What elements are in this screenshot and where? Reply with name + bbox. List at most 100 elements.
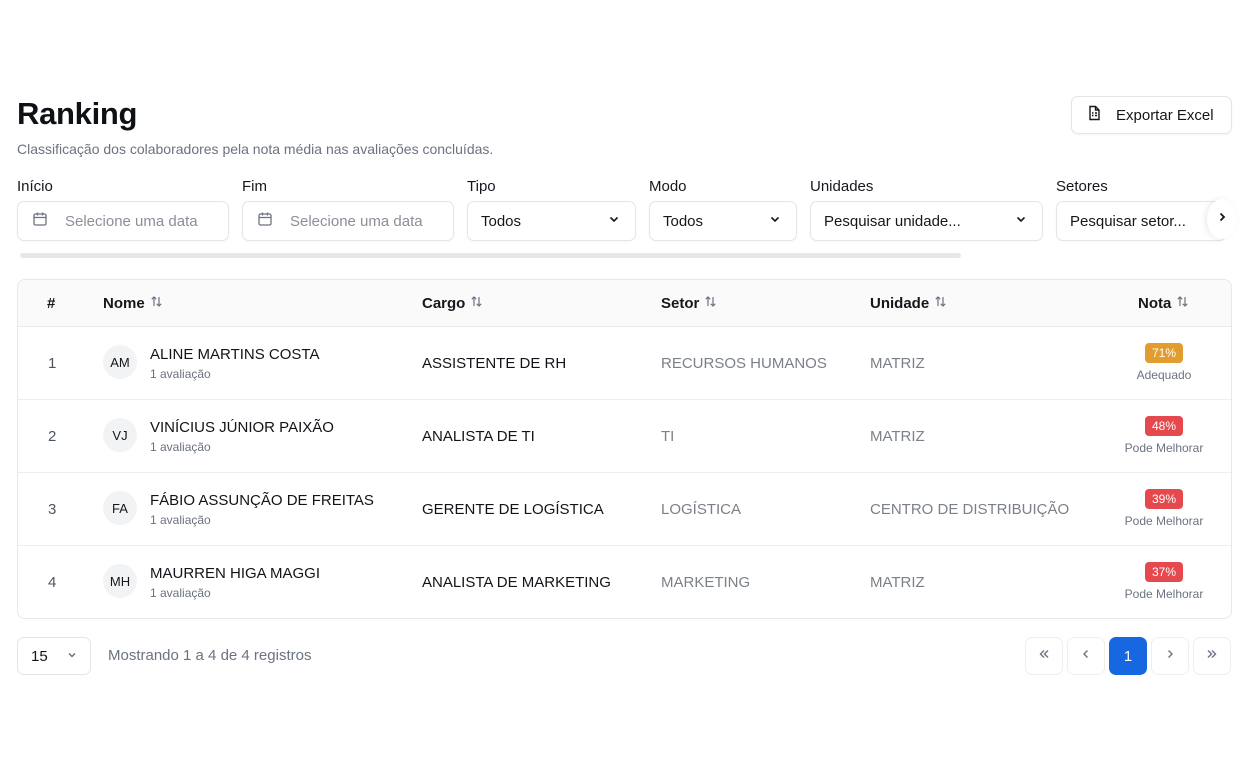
filter-inicio-datepicker[interactable]: Selecione uma data	[17, 201, 229, 241]
employee-cargo: ANALISTA DE MARKETING	[422, 574, 611, 591]
chevron-down-icon	[48, 648, 78, 665]
evaluation-count: 1 avaliação	[150, 440, 211, 454]
chevron-down-icon	[1014, 212, 1042, 230]
table-row[interactable]: 4 MH MAURREN HIGA MAGGI 1 avaliação ANAL…	[18, 546, 1231, 618]
page-size-select[interactable]: 15	[17, 637, 91, 675]
employee-unidade: CENTRO DE DISTRIBUIÇÃO	[870, 501, 1070, 518]
employee-unidade: MATRIZ	[870, 355, 925, 372]
filter-fim-label: Fim	[242, 178, 267, 195]
column-header-num: #	[47, 295, 55, 312]
filter-fim-datepicker[interactable]: Selecione uma data	[242, 201, 454, 241]
score-cell: 39% Pode Melhorar	[1106, 489, 1222, 528]
score-cell: 48% Pode Melhorar	[1106, 416, 1222, 455]
records-summary: Mostrando 1 a 4 de 4 registros	[108, 647, 312, 664]
score-badge: 37%	[1144, 562, 1184, 582]
evaluation-count: 1 avaliação	[150, 367, 211, 381]
avatar: AM	[103, 345, 137, 379]
employee-unidade: MATRIZ	[870, 428, 925, 445]
last-page-button[interactable]	[1193, 637, 1231, 675]
column-header-setor-label: Setor	[661, 295, 700, 312]
employee-name: VINÍCIUS JÚNIOR PAIXÃO	[150, 419, 334, 436]
avatar: VJ	[103, 418, 137, 452]
employee-cargo: ASSISTENTE DE RH	[422, 355, 567, 372]
column-header-cargo-label: Cargo	[422, 295, 466, 312]
chevron-left-icon	[1080, 647, 1092, 665]
calendar-icon	[18, 211, 65, 231]
sort-icon	[1176, 295, 1189, 312]
ranking-table: # Nome Cargo Setor Unidade Nota 1 AM ALI…	[17, 279, 1232, 619]
column-header-nome[interactable]: Nome	[103, 295, 163, 312]
column-header-unidade[interactable]: Unidade	[870, 295, 947, 312]
filter-tipo-select[interactable]: Todos	[467, 201, 636, 241]
score-badge: 39%	[1144, 489, 1184, 509]
sort-icon	[150, 295, 163, 312]
employee-cargo: GERENTE DE LOGÍSTICA	[422, 501, 604, 518]
chevrons-right-icon	[1206, 647, 1218, 665]
column-header-nota[interactable]: Nota	[1138, 295, 1189, 312]
avatar: FA	[103, 491, 137, 525]
calendar-icon	[243, 211, 290, 231]
next-page-button[interactable]	[1151, 637, 1189, 675]
evaluation-count: 1 avaliação	[150, 586, 211, 600]
filters-horizontal-scrollbar[interactable]	[20, 253, 961, 258]
chevron-right-icon	[1164, 647, 1176, 665]
sort-icon	[704, 295, 717, 312]
employee-unidade: MATRIZ	[870, 574, 925, 591]
column-header-unidade-label: Unidade	[870, 295, 930, 312]
score-label: Pode Melhorar	[1124, 587, 1204, 601]
filters-scroll-right-button[interactable]	[1207, 199, 1237, 239]
column-header-cargo[interactable]: Cargo	[422, 295, 483, 312]
table-row[interactable]: 1 AM ALINE MARTINS COSTA 1 avaliação ASS…	[18, 327, 1231, 400]
export-excel-button[interactable]: Exportar Excel	[1071, 96, 1232, 134]
filter-setores-search[interactable]: Pesquisar setor...	[1056, 201, 1226, 241]
filter-inicio-placeholder: Selecione uma data	[65, 212, 198, 230]
chevron-down-icon	[768, 212, 796, 230]
score-cell: 37% Pode Melhorar	[1106, 562, 1222, 601]
page-subtitle: Classificação dos colaboradores pela not…	[17, 141, 494, 157]
score-badge: 71%	[1144, 343, 1184, 363]
filter-modo-label: Modo	[649, 178, 687, 195]
employee-setor: TI	[661, 428, 675, 445]
column-header-setor[interactable]: Setor	[661, 295, 717, 312]
export-excel-label: Exportar Excel	[1116, 106, 1214, 124]
filter-unidades-placeholder: Pesquisar unidade...	[824, 212, 961, 230]
filter-setores-placeholder: Pesquisar setor...	[1070, 212, 1186, 230]
chevron-down-icon	[607, 212, 635, 230]
column-header-nome-label: Nome	[103, 295, 145, 312]
filter-setores-label: Setores	[1056, 178, 1108, 195]
filter-unidades-label: Unidades	[810, 178, 874, 195]
evaluation-count: 1 avaliação	[150, 513, 211, 527]
column-header-num-label: #	[47, 295, 56, 312]
spreadsheet-file-icon	[1086, 105, 1102, 125]
page-header: Ranking	[17, 96, 138, 132]
score-label: Pode Melhorar	[1124, 514, 1204, 528]
employee-name: ALINE MARTINS COSTA	[150, 346, 320, 363]
sort-icon	[934, 295, 947, 312]
table-row[interactable]: 3 FA FÁBIO ASSUNÇÃO DE FREITAS 1 avaliaç…	[18, 473, 1231, 546]
table-header: # Nome Cargo Setor Unidade Nota	[18, 280, 1231, 327]
chevron-right-icon	[1216, 210, 1228, 228]
table-row[interactable]: 2 VJ VINÍCIUS JÚNIOR PAIXÃO 1 avaliação …	[18, 400, 1231, 473]
employee-cargo: ANALISTA DE TI	[422, 428, 535, 445]
score-label: Pode Melhorar	[1124, 441, 1204, 455]
filter-modo-select[interactable]: Todos	[649, 201, 797, 241]
employee-name: FÁBIO ASSUNÇÃO DE FREITAS	[150, 492, 374, 509]
previous-page-button[interactable]	[1067, 637, 1105, 675]
row-rank: 2	[48, 428, 57, 445]
first-page-button[interactable]	[1025, 637, 1063, 675]
page-title: Ranking	[17, 96, 138, 131]
employee-setor: MARKETING	[661, 574, 751, 591]
filter-modo-value: Todos	[663, 212, 704, 230]
filter-tipo-label: Tipo	[467, 178, 496, 195]
row-rank: 3	[48, 501, 57, 518]
score-label: Adequado	[1136, 368, 1192, 382]
score-badge: 48%	[1144, 416, 1184, 436]
chevrons-left-icon	[1038, 647, 1050, 665]
filter-unidades-search[interactable]: Pesquisar unidade...	[810, 201, 1043, 241]
page-button-current[interactable]: 1	[1109, 637, 1147, 675]
column-header-nota-label: Nota	[1138, 295, 1172, 312]
filter-inicio-label: Início	[17, 178, 53, 195]
score-cell: 71% Adequado	[1106, 343, 1222, 382]
employee-setor: LOGÍSTICA	[661, 501, 742, 518]
row-rank: 1	[48, 355, 57, 372]
